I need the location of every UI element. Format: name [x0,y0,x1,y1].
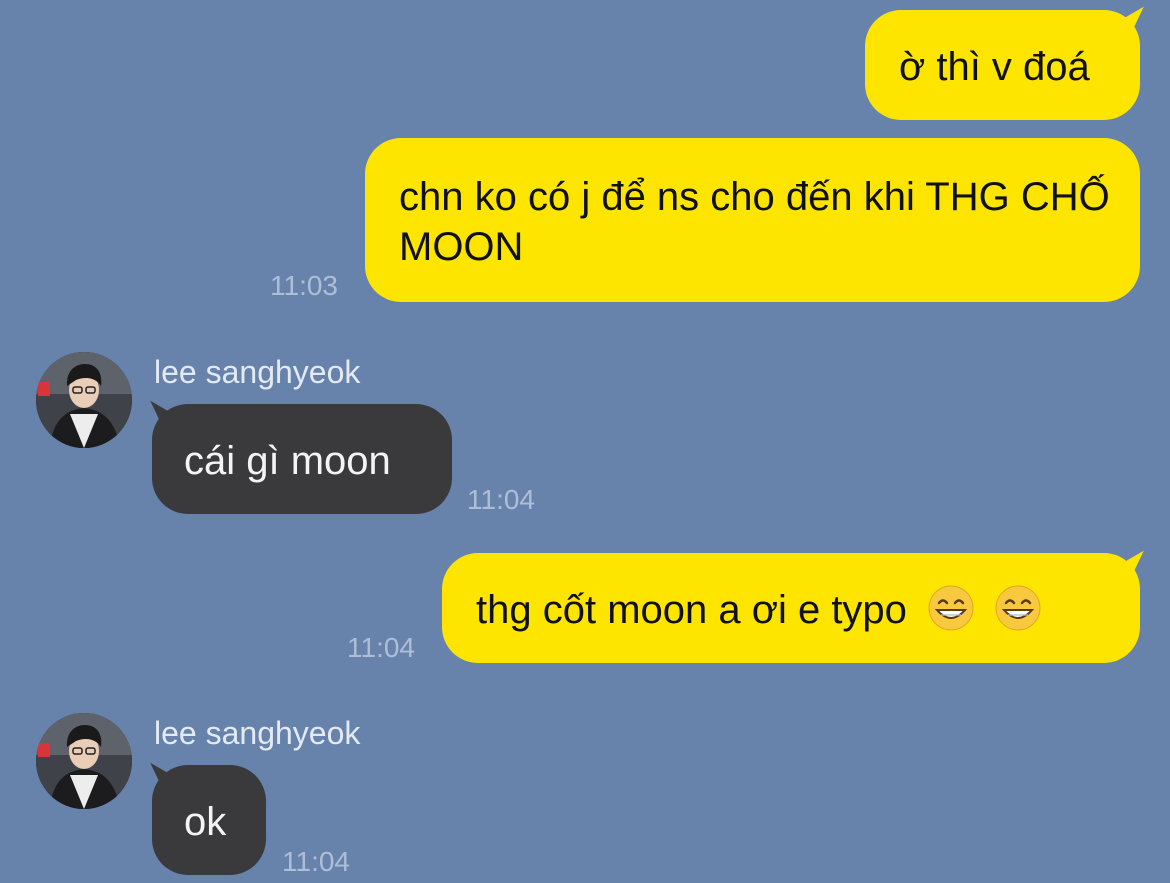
message-text: cái gì moon [184,439,391,483]
message-timestamp: 11:03 [270,270,338,301]
message-timestamp: 11:04 [467,484,535,515]
message-text: ok [184,800,227,844]
avatar-photo [36,713,132,809]
avatar-photo [36,352,132,448]
message-timestamp: 11:04 [347,632,415,663]
grinning-face-emoji [928,585,974,631]
sender-name: lee sanghyeok [154,354,361,390]
incoming-message-bubble[interactable]: cái gì moon [152,404,452,514]
message-text: ờ thì v đoá [899,45,1090,89]
chat-thread[interactable]: ờ thì v đoá chn ko có j để ns cho đến kh… [0,0,1170,883]
incoming-message-bubble[interactable]: ok [152,765,266,875]
message-timestamp: 11:04 [282,846,350,877]
avatar[interactable] [36,713,132,809]
grinning-face-emoji [995,585,1041,631]
message-text: chn ko có j để ns cho đến khi THG CHỐ MO… [399,175,1121,269]
outgoing-message-bubble[interactable]: ờ thì v đoá [865,10,1140,120]
sender-name: lee sanghyeok [154,715,361,751]
outgoing-message-bubble[interactable]: chn ko có j để ns cho đến khi THG CHỐ MO… [365,138,1140,302]
message-text: thg cốt moon a ơi e typo [476,588,907,632]
avatar[interactable] [36,352,132,448]
outgoing-message-bubble[interactable]: thg cốt moon a ơi e typo [442,553,1140,663]
